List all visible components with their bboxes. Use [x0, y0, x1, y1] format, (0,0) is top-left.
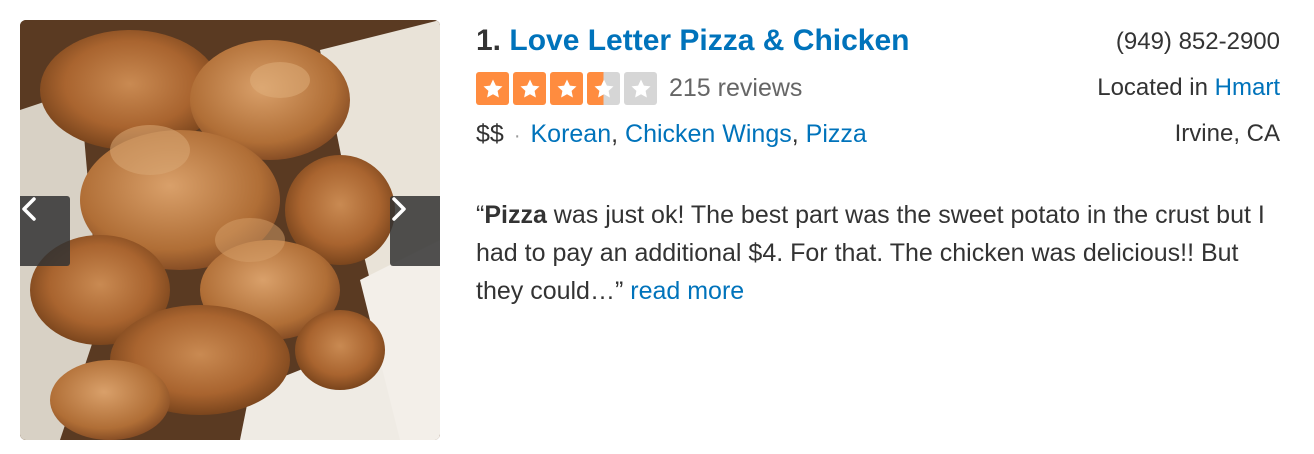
located-in: Located in Hmart — [1097, 74, 1280, 102]
meta-row: $$ · Korean, Chicken Wings, Pizza — [476, 120, 867, 149]
snippet-highlight: Pizza — [484, 201, 547, 229]
category-separator: , — [791, 120, 806, 148]
photo-prev-button[interactable] — [20, 196, 70, 266]
star-icon — [476, 72, 509, 105]
category-link-pizza[interactable]: Pizza — [806, 120, 867, 148]
read-more-link[interactable]: read more — [630, 277, 744, 305]
star-rating — [476, 72, 657, 105]
star-icon — [550, 72, 583, 105]
located-prefix: Located in — [1097, 74, 1215, 101]
phone-number: (949) 852-2900 — [1115, 28, 1280, 55]
star-icon — [624, 72, 657, 105]
star-icon — [587, 72, 620, 105]
business-name-link[interactable]: Love Letter Pizza & Chicken — [509, 24, 909, 57]
category-link-korean[interactable]: Korean — [530, 120, 611, 148]
meta-dot: · — [513, 125, 521, 147]
business-photo[interactable] — [20, 20, 440, 440]
city-address: Irvine, CA — [1174, 120, 1280, 147]
review-count[interactable]: 215 reviews — [669, 74, 802, 103]
snippet-text: was just ok! The best part was the sweet… — [476, 201, 1265, 305]
photo-next-button[interactable] — [390, 196, 440, 266]
category-separator: , — [611, 120, 626, 148]
result-index: 1. — [476, 24, 502, 57]
chevron-right-icon — [392, 197, 406, 221]
star-icon — [513, 72, 546, 105]
price-range: $$ — [476, 120, 504, 148]
fried-chicken-image — [20, 20, 440, 440]
chevron-left-icon — [22, 197, 36, 221]
business-title: 1. Love Letter Pizza & Chicken — [476, 24, 909, 58]
review-snippet: “Pizza was just ok! The best part was th… — [476, 196, 1276, 310]
located-in-link[interactable]: Hmart — [1215, 74, 1280, 101]
category-link-chicken-wings[interactable]: Chicken Wings — [625, 120, 792, 148]
rating-row: 215 reviews — [476, 72, 802, 105]
